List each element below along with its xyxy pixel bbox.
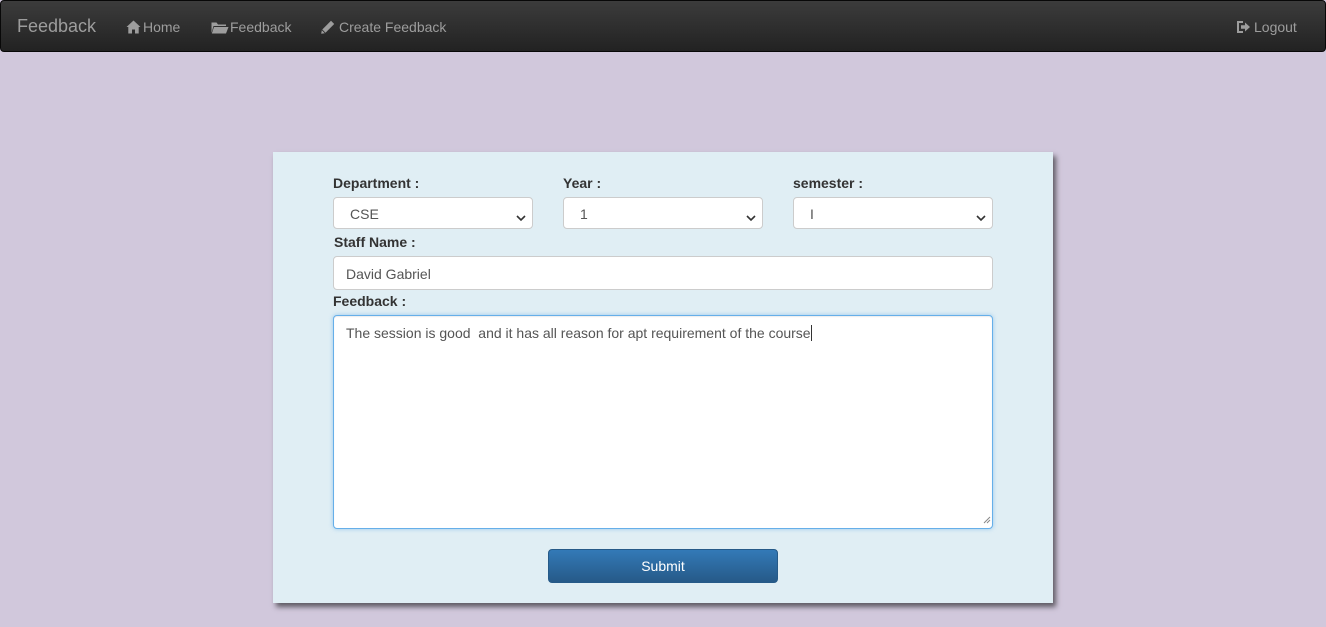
staff-name-field[interactable]: David Gabriel — [333, 256, 993, 290]
pencil-icon — [321, 20, 335, 34]
feedback-text: The session is good and it has all reaso… — [346, 325, 811, 341]
logout-icon — [1236, 20, 1251, 34]
semester-label: semester : — [793, 175, 864, 191]
nav-feedback-link[interactable]: Feedback — [211, 18, 291, 36]
resize-handle-icon[interactable] — [982, 511, 991, 527]
year-select[interactable]: 1 — [563, 197, 763, 229]
department-select-value: CSE — [350, 206, 379, 222]
staff-name-value: David Gabriel — [346, 266, 431, 282]
chevron-down-icon — [516, 209, 526, 225]
feedback-form-card: Department : CSE Year : 1 semester : I S… — [273, 152, 1053, 603]
navbar-brand[interactable]: Feedback — [17, 16, 96, 36]
department-select[interactable]: CSE — [333, 197, 533, 229]
nav-home-label: Home — [143, 19, 181, 35]
nav-home-link[interactable]: Home — [126, 18, 180, 36]
feedback-label: Feedback : — [333, 293, 407, 309]
home-icon — [126, 20, 141, 34]
folder-open-icon — [211, 21, 229, 34]
year-select-value: 1 — [580, 206, 588, 222]
top-navbar: Feedback Home Feedback Create Feedback L… — [0, 0, 1326, 52]
logout-link[interactable]: Logout — [1236, 18, 1297, 36]
semester-select[interactable]: I — [793, 197, 993, 229]
staff-name-label: Staff Name : — [334, 234, 416, 250]
text-cursor — [810, 325, 812, 341]
feedback-textarea[interactable]: The session is good and it has all reaso… — [333, 315, 993, 529]
nav-feedback-label: Feedback — [230, 19, 292, 35]
submit-button[interactable]: Submit — [548, 549, 778, 583]
chevron-down-icon — [976, 209, 986, 225]
chevron-down-icon — [746, 209, 756, 225]
logout-label: Logout — [1254, 19, 1297, 35]
semester-select-value: I — [810, 206, 814, 222]
nav-create-feedback-label: Create Feedback — [339, 19, 447, 35]
year-label: Year : — [563, 175, 602, 191]
department-label: Department : — [333, 175, 420, 191]
nav-create-feedback-link[interactable]: Create Feedback — [321, 18, 446, 36]
